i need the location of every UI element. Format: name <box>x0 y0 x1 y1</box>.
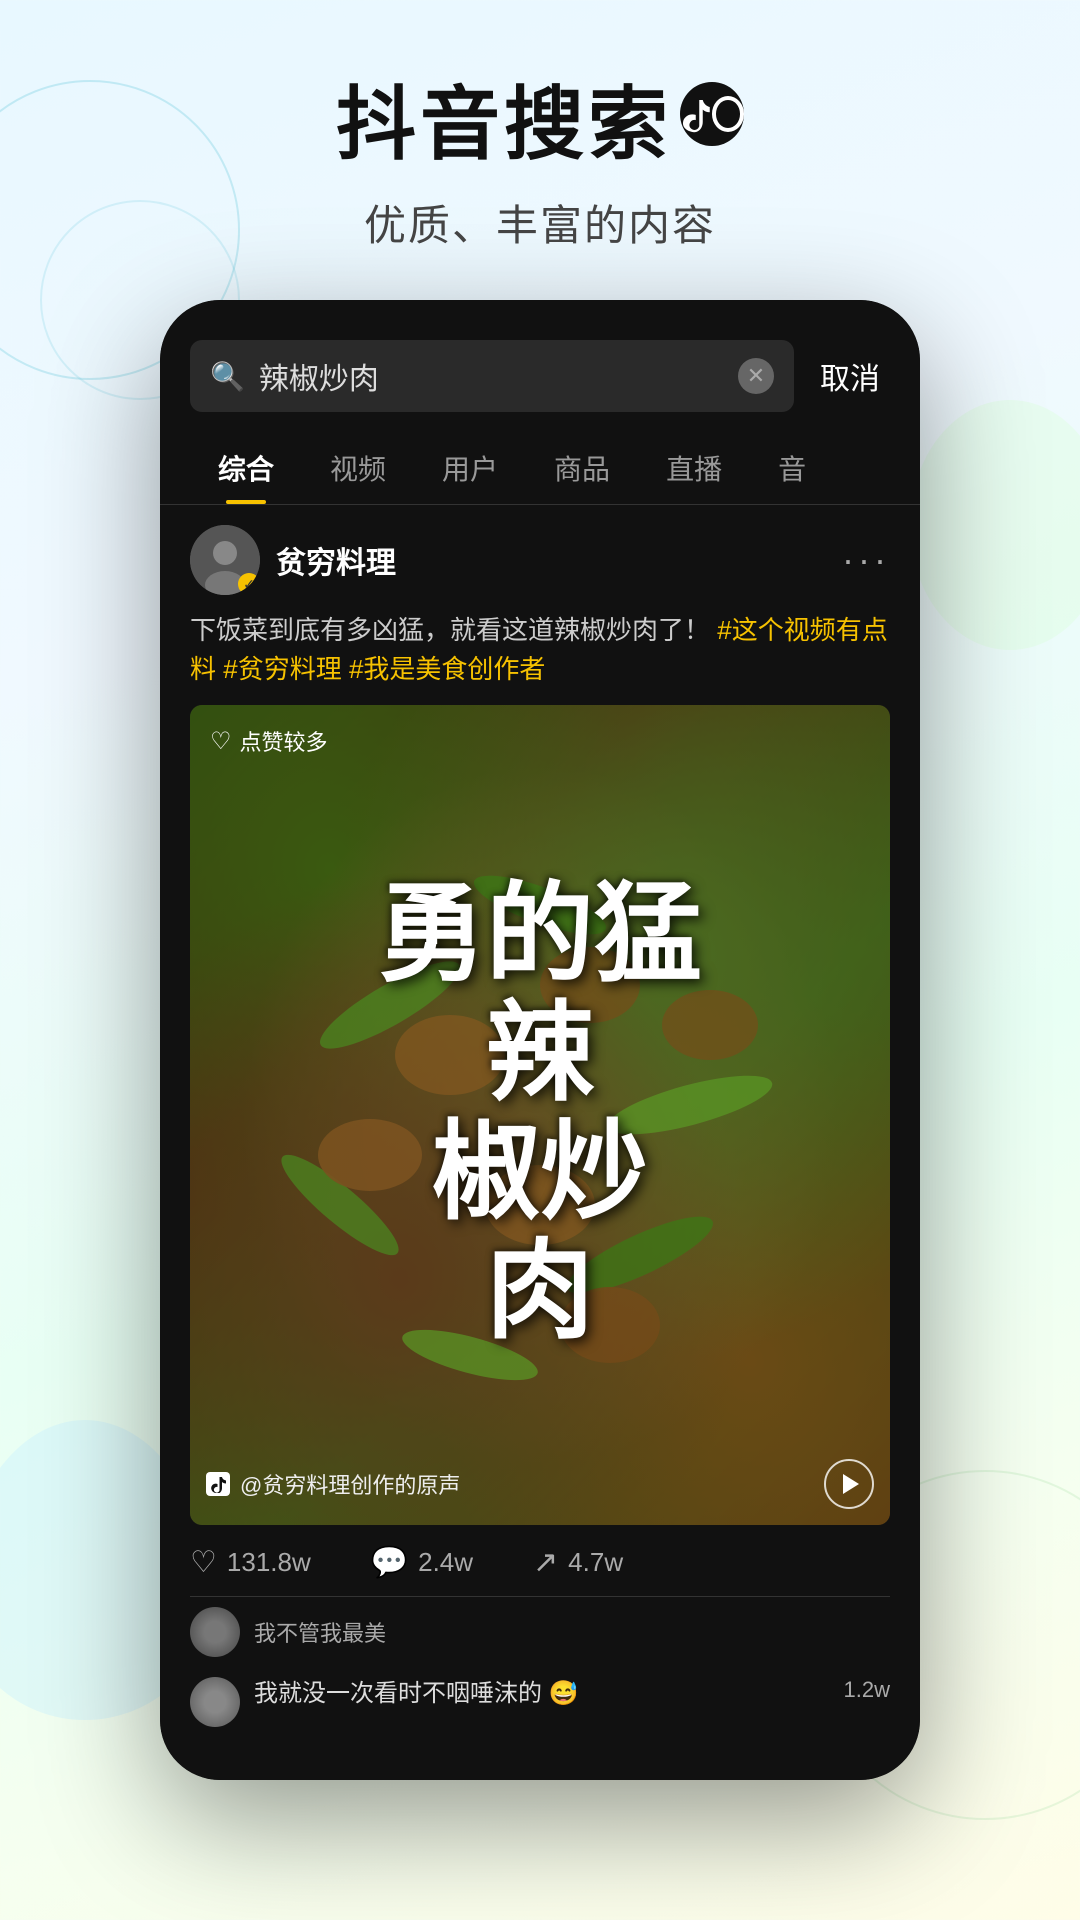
tab-音[interactable]: 音 <box>750 432 834 504</box>
likes-count[interactable]: ♡ 131.8w <box>190 1545 311 1580</box>
video-source-text: @贫穷料理创作的原声 <box>240 1468 460 1500</box>
tiktok-logo-icon <box>680 82 744 146</box>
username-text: 贫穷料理 <box>276 538 396 582</box>
likes-badge: ♡ 点赞较多 <box>210 725 328 757</box>
share-engage-icon: ↗ <box>533 1545 558 1580</box>
post-header: ✓ 贫穷料理 ··· <box>190 525 890 595</box>
verified-badge: ✓ <box>238 573 260 595</box>
phone-screen: 🔍 辣椒炒肉 ✕ 取消 综合 视频 用户 商品 直播 <box>160 300 920 1780</box>
engagement-row: ♡ 131.8w 💬 2.4w ↗ 4.7w <box>190 1525 890 1596</box>
tab-用户[interactable]: 用户 <box>414 432 526 504</box>
comment-content-1: 我不管我最美 <box>254 1616 890 1648</box>
clear-search-button[interactable]: ✕ <box>738 358 774 394</box>
post-body-text: 下饭菜到底有多凶猛，就看这道辣椒炒肉了！ <box>190 615 710 645</box>
tab-综合[interactable]: 综合 <box>190 432 302 504</box>
video-thumbnail[interactable]: 勇的猛辣椒炒肉 ♡ 点赞较多 @贫 <box>190 705 890 1525</box>
search-bar-row: 🔍 辣椒炒肉 ✕ 取消 <box>160 300 920 432</box>
likes-count-text: 131.8w <box>227 1547 311 1578</box>
comment-row-2: 我就没一次看时不咽唾沫的 😅 1.2w <box>190 1667 890 1737</box>
comments-count[interactable]: 💬 2.4w <box>371 1545 473 1580</box>
tab-综合-label: 综合 <box>218 454 274 485</box>
tab-视频-label: 视频 <box>330 454 386 485</box>
video-bottom-bar: @贫穷料理创作的原声 <box>206 1459 874 1509</box>
tab-商品-label: 商品 <box>554 454 610 485</box>
hashtag-3[interactable]: #我是美食创作者 <box>349 654 545 684</box>
tiktok-mini-icon <box>206 1472 230 1496</box>
search-icon: 🔍 <box>210 360 245 393</box>
tab-商品[interactable]: 商品 <box>526 432 638 504</box>
more-options-button[interactable]: ··· <box>842 539 890 581</box>
tab-用户-label: 用户 <box>442 454 498 485</box>
likes-badge-text: 点赞较多 <box>240 725 328 757</box>
tabs-row: 综合 视频 用户 商品 直播 音 <box>160 432 920 505</box>
comment-avatar-1 <box>190 1607 240 1657</box>
cancel-search-button[interactable]: 取消 <box>810 354 890 398</box>
video-source-info: @贫穷料理创作的原声 <box>206 1468 460 1500</box>
comment-engage-icon: 💬 <box>371 1545 408 1580</box>
play-button[interactable] <box>824 1459 874 1509</box>
app-subtitle: 优质、丰富的内容 <box>0 192 1080 253</box>
shares-count-text: 4.7w <box>568 1547 623 1578</box>
search-query-text: 辣椒炒肉 <box>259 354 724 398</box>
clear-icon: ✕ <box>747 363 765 389</box>
tab-视频[interactable]: 视频 <box>302 432 414 504</box>
post-text: 下饭菜到底有多凶猛，就看这道辣椒炒肉了！ #这个视频有点料 #贫穷料理 #我是美… <box>190 611 890 689</box>
comment-emoji-2: 😅 <box>549 1680 579 1707</box>
tab-音-label: 音 <box>778 454 806 485</box>
tab-直播-label: 直播 <box>666 454 722 485</box>
calligraphy-display: 勇的猛辣椒炒肉 <box>378 877 702 1352</box>
tab-直播[interactable]: 直播 <box>638 432 750 504</box>
app-title-text: 抖音搜索 <box>336 60 672 176</box>
bg-blob-right <box>910 400 1080 650</box>
comment-avatar-2 <box>190 1677 240 1727</box>
play-triangle-icon <box>843 1474 859 1494</box>
comment-body-2: 我就没一次看时不咽唾沫的 <box>254 1680 542 1707</box>
post-user[interactable]: ✓ 贫穷料理 <box>190 525 396 595</box>
phone-frame: 🔍 辣椒炒肉 ✕ 取消 综合 视频 用户 商品 直播 <box>160 300 920 1780</box>
comment-username-1: 我不管我最美 <box>254 1616 890 1648</box>
content-area: ✓ 贫穷料理 ··· 下饭菜到底有多凶猛，就看这道辣椒炒肉了！ #这个视频有点料… <box>160 505 920 1737</box>
header-area: 抖音搜索 优质、丰富的内容 <box>0 60 1080 253</box>
comments-count-text: 2.4w <box>418 1547 473 1578</box>
avatar: ✓ <box>190 525 260 595</box>
hashtag-2[interactable]: #贫穷料理 <box>223 654 341 684</box>
search-input-box[interactable]: 🔍 辣椒炒肉 ✕ <box>190 340 794 412</box>
heart-engage-icon: ♡ <box>190 1545 217 1580</box>
heart-icon: ♡ <box>210 727 232 756</box>
comment-likes-2: 1.2w <box>844 1677 890 1703</box>
comment-text-2: 我就没一次看时不咽唾沫的 😅 <box>254 1677 830 1711</box>
comment-row-1: 我不管我最美 <box>190 1596 890 1667</box>
app-title: 抖音搜索 <box>0 60 1080 176</box>
shares-count[interactable]: ↗ 4.7w <box>533 1545 623 1580</box>
video-text-overlay: 勇的猛辣椒炒肉 <box>190 705 890 1525</box>
